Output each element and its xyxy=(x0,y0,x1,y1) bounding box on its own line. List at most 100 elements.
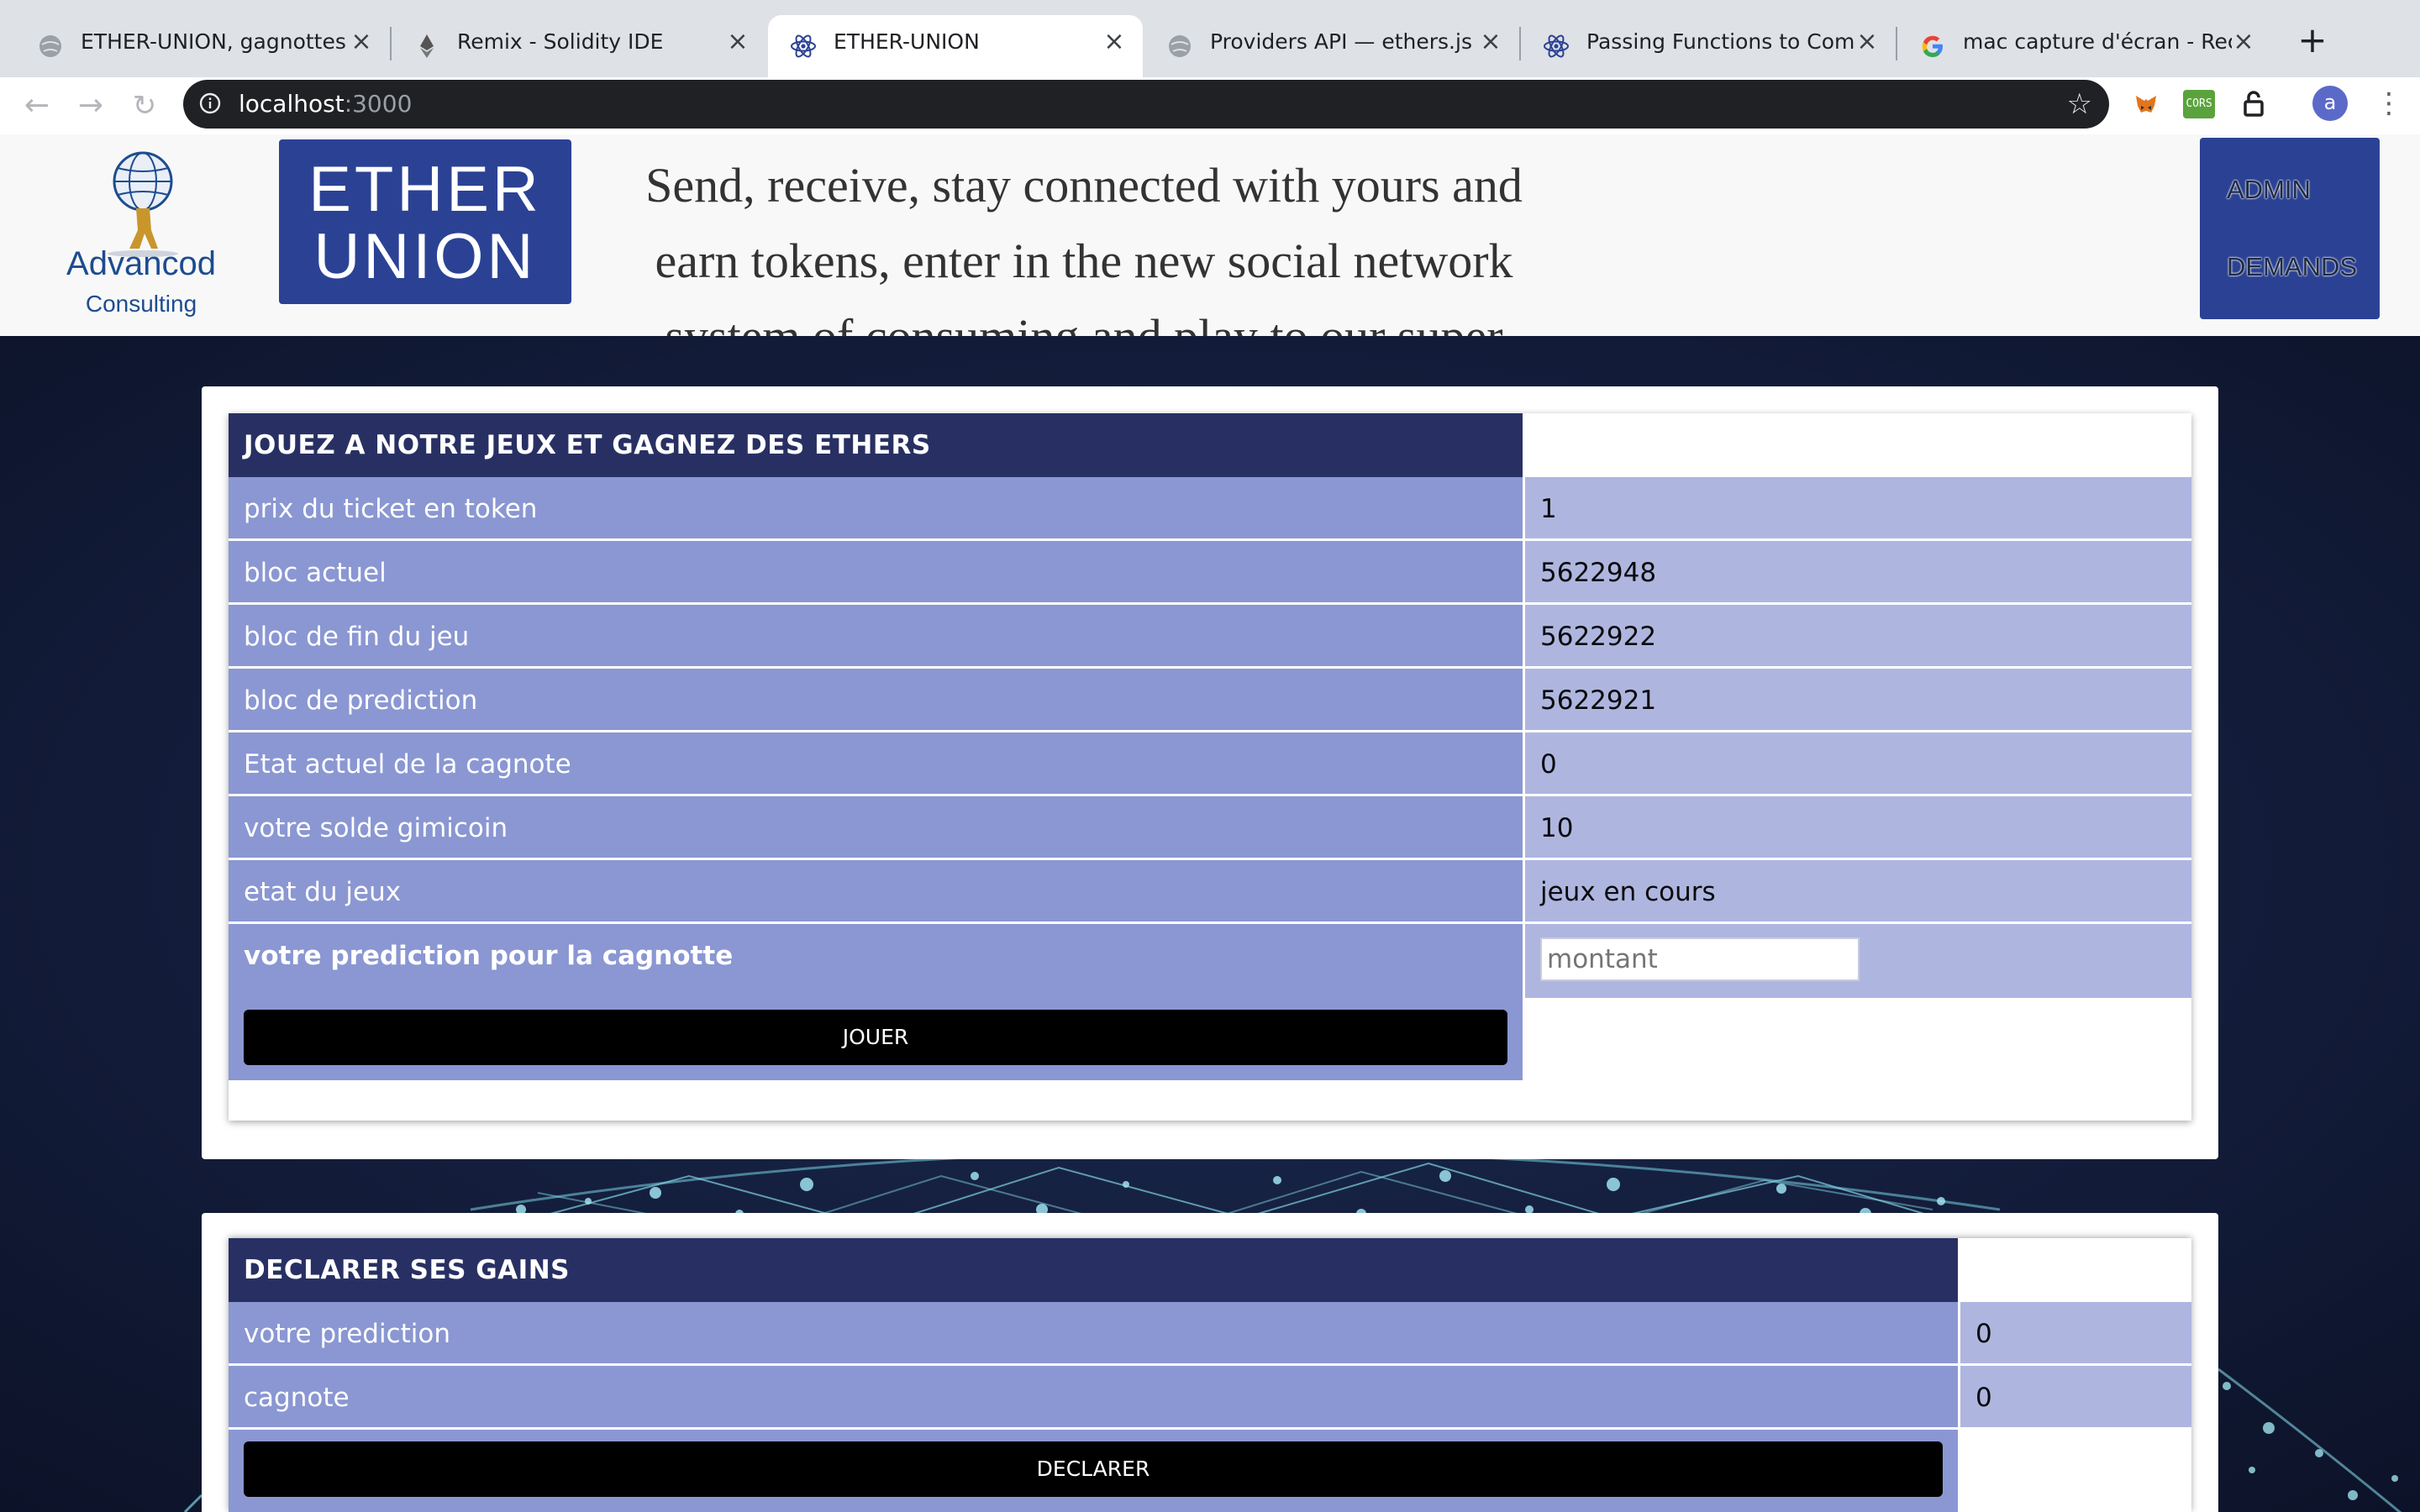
row-value: 10 xyxy=(1540,813,1574,843)
row-value: 5622922 xyxy=(1540,622,1657,652)
table-row-label: cagnote xyxy=(229,1366,1958,1430)
profile-avatar[interactable]: a xyxy=(2312,86,2348,121)
table-row-label: votre prediction xyxy=(229,1302,1958,1366)
table-row-value: 0 xyxy=(1958,1302,2191,1366)
prediction-row-value xyxy=(1523,924,2191,998)
lock-icon[interactable] xyxy=(2237,87,2270,121)
table-row-value: 1 xyxy=(1523,477,2191,541)
remix-icon xyxy=(420,34,434,58)
tab-title: mac capture d'écran - Reche xyxy=(1963,29,2232,54)
prediction-label: votre prediction pour la cagnotte xyxy=(244,941,734,971)
cors-label: CORS xyxy=(2186,97,2212,110)
browser-tab[interactable]: mac capture d'écran - Reche × xyxy=(1897,15,2272,77)
brand-name: Advancod xyxy=(66,245,216,282)
globe-icon xyxy=(39,35,61,57)
tab-title: Remix - Solidity IDE xyxy=(457,29,664,54)
play-button[interactable]: JOUER xyxy=(244,1010,1507,1065)
table-row-label: bloc de fin du jeu xyxy=(229,605,1523,669)
row-value: 0 xyxy=(1975,1319,1992,1349)
browser-toolbar: ← → ↻ localhost:3000 ☆ CORS a ⋮ xyxy=(0,77,2420,134)
url-text[interactable]: localhost:3000 xyxy=(239,80,412,129)
nav-link-demands[interactable]: DEMANDS xyxy=(2227,252,2357,282)
browser-tab[interactable]: Remix - Solidity IDE × xyxy=(392,15,766,77)
google-icon xyxy=(1922,35,1943,57)
close-icon[interactable]: × xyxy=(1854,29,1881,55)
row-label: Etat actuel de la cagnote xyxy=(244,749,571,780)
close-icon[interactable]: × xyxy=(348,29,375,55)
row-value: 5622921 xyxy=(1540,685,1657,716)
row-value: 0 xyxy=(1540,749,1557,780)
declare-panel: DECLARER SES GAINS votre prediction 0 ca… xyxy=(202,1213,2218,1512)
table-row-value: 5622948 xyxy=(1523,541,2191,605)
url-host: localhost xyxy=(239,90,345,118)
bookmark-star-icon[interactable]: ☆ xyxy=(2067,89,2092,119)
kebab-menu-icon[interactable]: ⋮ xyxy=(2375,84,2403,124)
atlas-globe-logo-icon xyxy=(108,151,178,257)
info-icon[interactable] xyxy=(198,92,222,115)
row-value: jeux en cours xyxy=(1540,877,1716,907)
tab-title: ETHER-UNION, gagnottes w xyxy=(81,29,350,54)
row-value: 5622948 xyxy=(1540,558,1657,588)
tab-title: Passing Functions to Compo xyxy=(1586,29,1855,54)
declare-button-row: DECLARER xyxy=(229,1430,1958,1512)
close-icon[interactable]: × xyxy=(724,29,751,55)
browser-tab[interactable]: Providers API — ethers.js 3.0 × xyxy=(1144,15,1521,77)
row-value: 0 xyxy=(1975,1383,1992,1413)
globe-icon xyxy=(1169,35,1191,57)
close-icon[interactable]: × xyxy=(1477,29,1504,55)
browser-tab-strip: ETHER-UNION, gagnottes w × Remix - Solid… xyxy=(0,0,2420,77)
row-label: votre solde gimicoin xyxy=(244,813,508,843)
table-row-value: 5622921 xyxy=(1523,669,2191,732)
url-port: :3000 xyxy=(344,90,413,118)
declare-title-text: DECLARER SES GAINS xyxy=(244,1255,570,1285)
browser-tab[interactable]: Passing Functions to Compo × xyxy=(1521,15,1897,77)
row-label: prix du ticket en token xyxy=(244,494,538,524)
table-row-value: jeux en cours xyxy=(1523,860,2191,924)
metamask-fox-icon[interactable] xyxy=(2129,87,2163,121)
table-row-label: prix du ticket en token xyxy=(229,477,1523,541)
nav-link-admin[interactable]: ADMIN xyxy=(2227,175,2311,205)
brand-subtitle: Consulting xyxy=(85,291,197,317)
admin-nav-box: ADMIN DEMANDS xyxy=(2200,138,2380,319)
prediction-amount-input[interactable] xyxy=(1540,937,1860,981)
table-row-label: bloc actuel xyxy=(229,541,1523,605)
row-label: etat du jeux xyxy=(244,877,402,907)
table-row-label: bloc de prediction xyxy=(229,669,1523,732)
logo-line-1: ETHER xyxy=(308,154,542,225)
declare-card: DECLARER SES GAINS votre prediction 0 ca… xyxy=(229,1238,2191,1512)
row-label: bloc de prediction xyxy=(244,685,478,716)
reload-icon[interactable]: ↻ xyxy=(126,87,163,124)
react-icon xyxy=(1544,34,1569,58)
new-tab-plus-icon[interactable]: + xyxy=(2291,19,2334,63)
table-row-value: 5622922 xyxy=(1523,605,2191,669)
browser-tab-active[interactable]: ETHER-UNION × xyxy=(768,15,1143,77)
cors-extension-icon[interactable]: CORS xyxy=(2183,90,2215,118)
row-label: bloc de fin du jeu xyxy=(244,622,470,652)
play-button-row: JOUER xyxy=(229,998,1523,1080)
close-icon[interactable]: × xyxy=(1101,29,1128,55)
ether-union-logo[interactable]: ETHER UNION xyxy=(279,139,571,304)
browser-tab[interactable]: ETHER-UNION, gagnottes w × xyxy=(15,15,392,77)
table-row-value: 0 xyxy=(1958,1366,2191,1430)
forward-arrow-icon[interactable]: → xyxy=(72,87,109,124)
tab-title: Providers API — ethers.js 3.0 xyxy=(1210,29,1479,54)
avatar-initial: a xyxy=(2323,91,2337,114)
logo-line-2: UNION xyxy=(313,221,537,292)
row-value: 1 xyxy=(1540,494,1557,524)
react-icon xyxy=(791,34,816,58)
declare-button[interactable]: DECLARER xyxy=(244,1441,1943,1497)
row-label: cagnote xyxy=(244,1383,350,1413)
table-row-label: etat du jeux xyxy=(229,860,1523,924)
declare-title: DECLARER SES GAINS xyxy=(229,1238,1958,1302)
close-icon[interactable]: × xyxy=(2230,29,2257,55)
table-row-label: votre solde gimicoin xyxy=(229,796,1523,860)
back-arrow-icon[interactable]: ← xyxy=(18,87,55,124)
row-label: votre prediction xyxy=(244,1319,450,1349)
tab-title: ETHER-UNION xyxy=(834,29,980,54)
game-panel: JOUEZ A NOTRE JEUX ET GAGNEZ DES ETHERS … xyxy=(202,386,2218,1159)
game-card: JOUEZ A NOTRE JEUX ET GAGNEZ DES ETHERS … xyxy=(229,413,2191,1121)
prediction-row-label: votre prediction pour la cagnotte xyxy=(229,924,1523,998)
address-bar[interactable]: localhost:3000 ☆ xyxy=(183,80,2109,129)
table-row-value: 0 xyxy=(1523,732,2191,796)
row-label: bloc actuel xyxy=(244,558,387,588)
